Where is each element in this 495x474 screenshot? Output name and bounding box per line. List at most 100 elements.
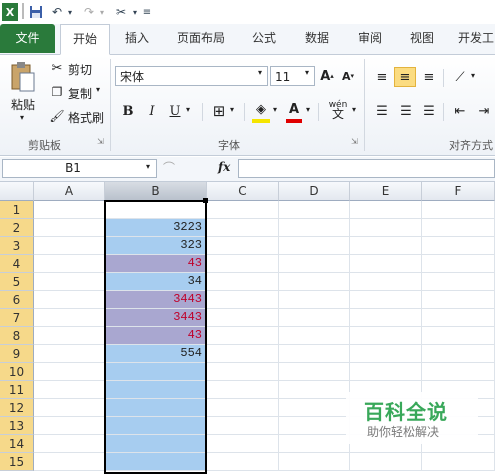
font-launcher-icon[interactable]: ⇲	[351, 137, 358, 146]
cell-e3[interactable]	[350, 237, 422, 255]
underline-dropdown-icon[interactable]: ▾	[186, 105, 190, 114]
tab-file[interactable]: 文件	[0, 24, 55, 53]
row-header-10[interactable]: 10	[0, 363, 34, 381]
redo-dropdown-icon[interactable]: ▾	[98, 3, 106, 21]
row-header-4[interactable]: 4	[0, 255, 34, 273]
row-header-15[interactable]: 15	[0, 453, 34, 471]
align-center-icon[interactable]: ☰	[396, 101, 416, 121]
cell-a12[interactable]	[34, 399, 105, 417]
paste-dropdown-icon[interactable]: ▾	[20, 113, 24, 122]
cell-b10[interactable]	[105, 363, 207, 381]
cut-icon[interactable]: ✂	[49, 60, 65, 76]
cell-d12[interactable]	[279, 399, 350, 417]
align-bottom-icon[interactable]: ≡	[419, 67, 439, 87]
cell-d3[interactable]	[279, 237, 350, 255]
tab-formulas[interactable]: 公式	[242, 24, 286, 53]
italic-icon[interactable]: I	[143, 101, 161, 121]
tools-dropdown-icon[interactable]: ▾	[131, 3, 139, 21]
cell-d14[interactable]	[279, 435, 350, 453]
cell-b12[interactable]	[105, 399, 207, 417]
cell-b13[interactable]	[105, 417, 207, 435]
borders-icon[interactable]: ⊞	[210, 101, 228, 121]
cell-f7[interactable]	[422, 309, 495, 327]
cell-e5[interactable]	[350, 273, 422, 291]
row-header-8[interactable]: 8	[0, 327, 34, 345]
cell-c4[interactable]	[207, 255, 279, 273]
copy-button[interactable]: 复制	[68, 85, 92, 102]
tab-review[interactable]: 审阅	[348, 24, 392, 53]
column-header-c[interactable]: C	[207, 182, 279, 201]
decrease-indent-icon[interactable]: ⇤	[450, 101, 470, 121]
phonetic-dropdown-icon[interactable]: ▾	[352, 105, 356, 114]
undo-dropdown-icon[interactable]: ▾	[66, 3, 74, 21]
select-all-corner[interactable]	[0, 182, 34, 201]
borders-dropdown-icon[interactable]: ▾	[230, 105, 234, 114]
column-header-d[interactable]: D	[279, 182, 350, 201]
font-name-dropdown-icon[interactable]: ▾	[258, 68, 262, 77]
cell-b9[interactable]: 554	[105, 345, 207, 363]
cell-a10[interactable]	[34, 363, 105, 381]
tools-icon[interactable]: ✂	[113, 3, 129, 21]
cell-a4[interactable]	[34, 255, 105, 273]
paste-label[interactable]: 粘贴	[11, 96, 35, 113]
insert-function-icon[interactable]: fx	[218, 160, 230, 174]
cell-c6[interactable]	[207, 291, 279, 309]
cell-f15[interactable]	[422, 453, 495, 471]
bold-icon[interactable]: B	[119, 101, 137, 121]
paste-icon[interactable]	[8, 59, 38, 95]
cell-e15[interactable]	[350, 453, 422, 471]
cell-a7[interactable]	[34, 309, 105, 327]
row-header-7[interactable]: 7	[0, 309, 34, 327]
row-header-13[interactable]: 13	[0, 417, 34, 435]
save-icon[interactable]	[28, 3, 44, 21]
cell-e6[interactable]	[350, 291, 422, 309]
cell-b2[interactable]: 3223	[105, 219, 207, 237]
font-color-icon[interactable]: A	[286, 99, 302, 119]
cell-c15[interactable]	[207, 453, 279, 471]
row-header-5[interactable]: 5	[0, 273, 34, 291]
cell-b3[interactable]: 323	[105, 237, 207, 255]
name-box[interactable]: B1 ▾	[2, 159, 157, 178]
cell-e8[interactable]	[350, 327, 422, 345]
copy-icon[interactable]: ❐	[49, 84, 65, 100]
cell-a2[interactable]	[34, 219, 105, 237]
formula-input[interactable]	[238, 159, 495, 178]
cell-a5[interactable]	[34, 273, 105, 291]
cell-f5[interactable]	[422, 273, 495, 291]
name-box-dropdown-icon[interactable]: ▾	[146, 162, 150, 171]
customize-toolbar-icon[interactable]: ≡	[142, 3, 152, 21]
font-color-dropdown-icon[interactable]: ▾	[306, 105, 310, 114]
cell-c10[interactable]	[207, 363, 279, 381]
fill-color-dropdown-icon[interactable]: ▾	[273, 105, 277, 114]
row-header-11[interactable]: 11	[0, 381, 34, 399]
cell-b4[interactable]: 43	[105, 255, 207, 273]
cell-d15[interactable]	[279, 453, 350, 471]
cell-a11[interactable]	[34, 381, 105, 399]
align-right-icon[interactable]: ☰	[419, 101, 439, 121]
cell-d1[interactable]	[279, 201, 350, 219]
row-header-2[interactable]: 2	[0, 219, 34, 237]
tab-page-layout[interactable]: 页面布局	[168, 24, 234, 53]
cell-f1[interactable]	[422, 201, 495, 219]
column-header-b[interactable]: B	[105, 182, 207, 201]
fill-handle[interactable]	[203, 198, 208, 203]
format-painter-button[interactable]: 格式刷	[68, 109, 104, 126]
cell-a15[interactable]	[34, 453, 105, 471]
cell-d6[interactable]	[279, 291, 350, 309]
cell-d9[interactable]	[279, 345, 350, 363]
formula-bar-handle-icon[interactable]: ⌒	[163, 159, 183, 178]
cell-b8[interactable]: 43	[105, 327, 207, 345]
cell-d13[interactable]	[279, 417, 350, 435]
tab-view[interactable]: 视图	[400, 24, 444, 53]
tab-developer[interactable]: 开发工	[452, 24, 495, 53]
format-painter-icon[interactable]: 🖌	[49, 108, 65, 124]
row-header-9[interactable]: 9	[0, 345, 34, 363]
cell-d2[interactable]	[279, 219, 350, 237]
cell-f3[interactable]	[422, 237, 495, 255]
clipboard-launcher-icon[interactable]: ⇲	[97, 137, 104, 146]
cell-a1[interactable]	[34, 201, 105, 219]
align-top-icon[interactable]: ≡	[372, 67, 392, 87]
font-name-select[interactable]: 宋体	[115, 66, 268, 86]
column-header-e[interactable]: E	[350, 182, 422, 201]
cell-e2[interactable]	[350, 219, 422, 237]
